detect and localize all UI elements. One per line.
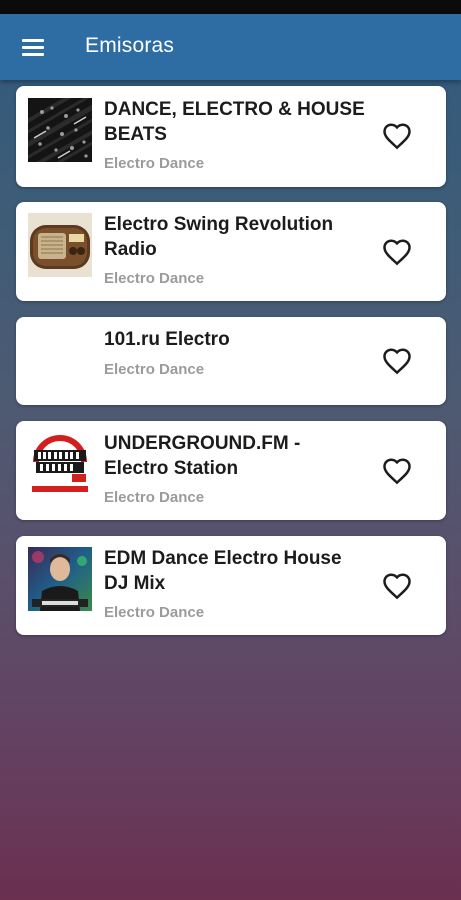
station-card[interactable]: EDM Dance Electro House DJ Mix Electro D… — [16, 536, 446, 635]
app-bar: Emisoras — [0, 14, 461, 80]
station-card[interactable]: DANCE, ELECTRO & HOUSE BEATS Electro Dan… — [16, 86, 446, 187]
heart-outline-icon[interactable] — [382, 457, 412, 485]
station-name: UNDERGROUND.FM - Electro Station — [104, 433, 301, 479]
station-genre: Electro Dance — [104, 270, 205, 287]
dj-mixer-logo — [28, 98, 92, 162]
station-name: Electro Swing Revolution Radio — [104, 214, 334, 260]
station-name: 101.ru Electro — [104, 329, 230, 350]
station-genre: Electro Dance — [104, 604, 205, 621]
hamburger-menu-icon[interactable] — [20, 36, 46, 58]
station-name: EDM Dance Electro House DJ Mix — [104, 548, 342, 594]
vintage-radio-logo — [28, 213, 92, 277]
status-bar — [0, 0, 461, 14]
underground-fm-logo — [28, 432, 92, 496]
station-genre: Electro Dance — [104, 155, 205, 172]
dj-portrait-logo — [28, 547, 92, 611]
station-genre: Electro Dance — [104, 489, 205, 506]
station-genre: Electro Dance — [104, 361, 205, 378]
station-card[interactable]: UNDERGROUND.FM - Electro Station Electro… — [16, 421, 446, 520]
station-name: DANCE, ELECTRO & HOUSE BEATS — [104, 99, 365, 145]
heart-outline-icon[interactable] — [382, 572, 412, 600]
station-card[interactable]: 101.ru Electro Electro Dance — [16, 317, 446, 405]
heart-outline-icon[interactable] — [382, 122, 412, 150]
station-card[interactable]: Electro Swing Revolution Radio Electro D… — [16, 202, 446, 301]
heart-outline-icon[interactable] — [382, 238, 412, 266]
heart-outline-icon[interactable] — [382, 347, 412, 375]
page-title: Emisoras — [85, 34, 175, 57]
